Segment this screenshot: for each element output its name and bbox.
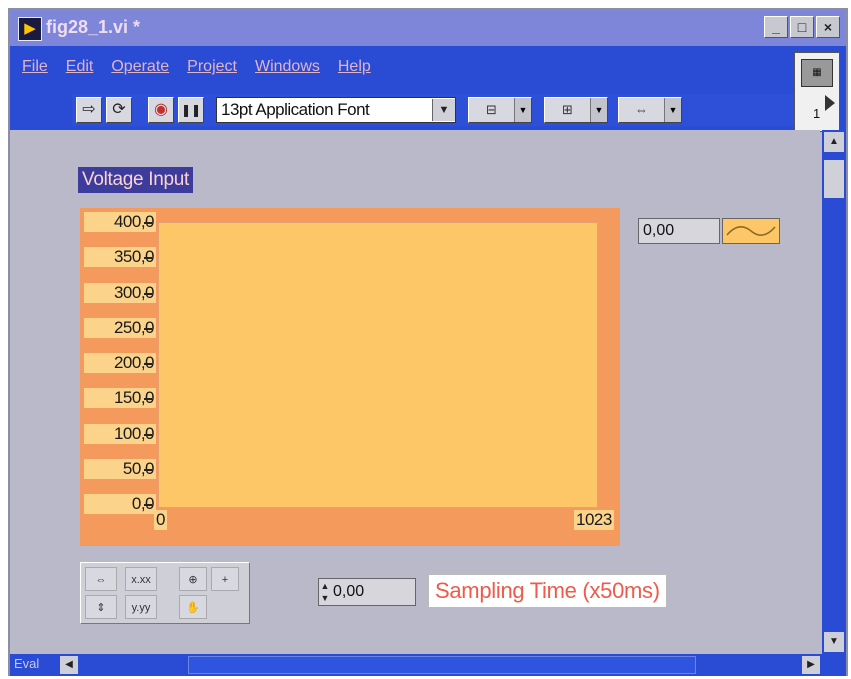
y-format-button[interactable]: y.yy — [125, 595, 157, 619]
vi-front-panel-window: ▶ fig28_1.vi * _ □ × File Edit Operate P… — [8, 8, 848, 676]
vertical-scroll-thumb[interactable] — [824, 160, 844, 198]
y-tick-mark — [144, 257, 152, 260]
menu-file[interactable]: File — [22, 58, 48, 76]
horizontal-scroll-thumb[interactable] — [188, 656, 696, 674]
increment-decrement-icon[interactable]: ▲ ▼ — [319, 580, 331, 604]
graph-label[interactable]: Voltage Input — [78, 167, 194, 193]
sampling-time-label[interactable]: Sampling Time (x50ms) — [428, 574, 667, 608]
pan-hand-icon[interactable]: ✋ — [179, 595, 207, 619]
y-tick-mark — [144, 433, 152, 436]
chevron-down-icon: ▼ — [590, 98, 607, 122]
title-bar[interactable]: ▶ fig28_1.vi * _ □ × — [10, 10, 846, 46]
x-tick-label-min: 0 — [154, 510, 167, 530]
menu-windows[interactable]: Windows — [255, 58, 320, 76]
window-controls: _ □ × — [764, 16, 840, 38]
front-panel: Voltage Input 400,0 350,0 300,0 250,0 200,0 1… — [10, 130, 820, 654]
sampling-time-control[interactable]: ▲ ▼ 0,00 — [318, 578, 416, 606]
align-icon: ⊟ — [486, 102, 497, 117]
menu-operate[interactable]: Operate — [111, 58, 169, 76]
y-tick-mark — [144, 292, 152, 295]
scroll-left-icon[interactable]: ◀ — [60, 656, 78, 674]
y-tick-mark — [144, 363, 152, 365]
scroll-up-icon[interactable]: ▲ — [824, 132, 844, 152]
labview-logo-icon: ▶ — [18, 17, 42, 41]
vi-glyph-icon: ▦ — [801, 59, 833, 87]
distribute-objects-button[interactable]: ⊞ ▼ — [544, 97, 608, 123]
reorder-button[interactable]: ⇔ ▼ — [618, 97, 682, 123]
menu-and-toolbar: File Edit Operate Project Windows Help ⇨… — [10, 46, 846, 132]
plot-legend-value: 0,00 — [638, 218, 720, 244]
reorder-icon: ⇔ — [635, 102, 648, 117]
waveform-icon — [726, 226, 776, 236]
font-select[interactable]: 13pt Application Font ▼ — [216, 97, 456, 123]
status-text: Eval — [14, 656, 40, 671]
plot-area[interactable] — [158, 222, 598, 508]
menu-help[interactable]: Help — [338, 58, 371, 76]
zoom-icon[interactable]: ⊕ — [179, 567, 207, 591]
abort-button[interactable]: ◉ — [148, 97, 174, 123]
scroll-right-icon[interactable]: ▶ — [802, 656, 820, 674]
pause-button[interactable]: ❚❚ — [178, 97, 204, 123]
waveform-chart[interactable]: 400,0 350,0 300,0 250,0 200,0 150,0 100,0 50,0 0… — [80, 208, 620, 546]
connector-arrow-icon — [825, 95, 835, 111]
y-tick-mark — [144, 398, 152, 401]
menu-edit[interactable]: Edit — [66, 58, 94, 76]
y-tick-mark — [144, 504, 152, 506]
y-tick-mark — [144, 327, 152, 330]
graph-palette: ⇔ x.xx ⇕ y.yy ⊕ + ✋ — [80, 562, 250, 624]
menu-bar: File Edit Operate Project Windows Help — [22, 58, 371, 76]
menu-project[interactable]: Project — [187, 58, 237, 76]
vi-icon-number: 1 — [813, 106, 821, 121]
close-button[interactable]: × — [816, 16, 840, 38]
run-continuously-button[interactable]: ⟳ — [106, 97, 132, 123]
scroll-down-icon[interactable]: ▼ — [824, 632, 844, 652]
distribute-icon: ⊞ — [562, 102, 573, 117]
sampling-time-value[interactable]: 0,00 — [331, 583, 364, 601]
x-tick-label-max: 1023 — [574, 510, 614, 530]
x-format-button[interactable]: x.xx — [125, 567, 157, 591]
chevron-down-icon: ▼ — [664, 98, 681, 122]
x-autoscale-button[interactable]: ⇔ — [85, 567, 117, 591]
chevron-down-icon: ▼ — [514, 98, 531, 122]
vi-connector-icon[interactable]: ▦ 1 — [794, 52, 840, 132]
toolbar: ⇨ ⟳ ◉ ❚❚ 13pt Application Font ▼ ⊟ ▼ ⊞ ▼… — [72, 94, 796, 126]
y-tick-mark — [144, 222, 152, 224]
maximize-button[interactable]: □ — [790, 16, 814, 38]
minimize-button[interactable]: _ — [764, 16, 788, 38]
y-tick-mark — [144, 468, 152, 471]
chevron-down-icon[interactable]: ▼ — [432, 99, 455, 121]
cursor-crosshair-icon[interactable]: + — [211, 567, 239, 591]
font-select-value: 13pt Application Font — [221, 100, 370, 119]
status-bar: Eval ◀ ▶ — [10, 654, 846, 676]
window-title: fig28_1.vi * — [46, 17, 141, 37]
run-button[interactable]: ⇨ — [76, 97, 102, 123]
plot-legend-line[interactable] — [722, 218, 780, 244]
vertical-scrollbar[interactable]: ▲ ▼ — [822, 130, 846, 654]
align-objects-button[interactable]: ⊟ ▼ — [468, 97, 532, 123]
y-autoscale-button[interactable]: ⇕ — [85, 595, 117, 619]
